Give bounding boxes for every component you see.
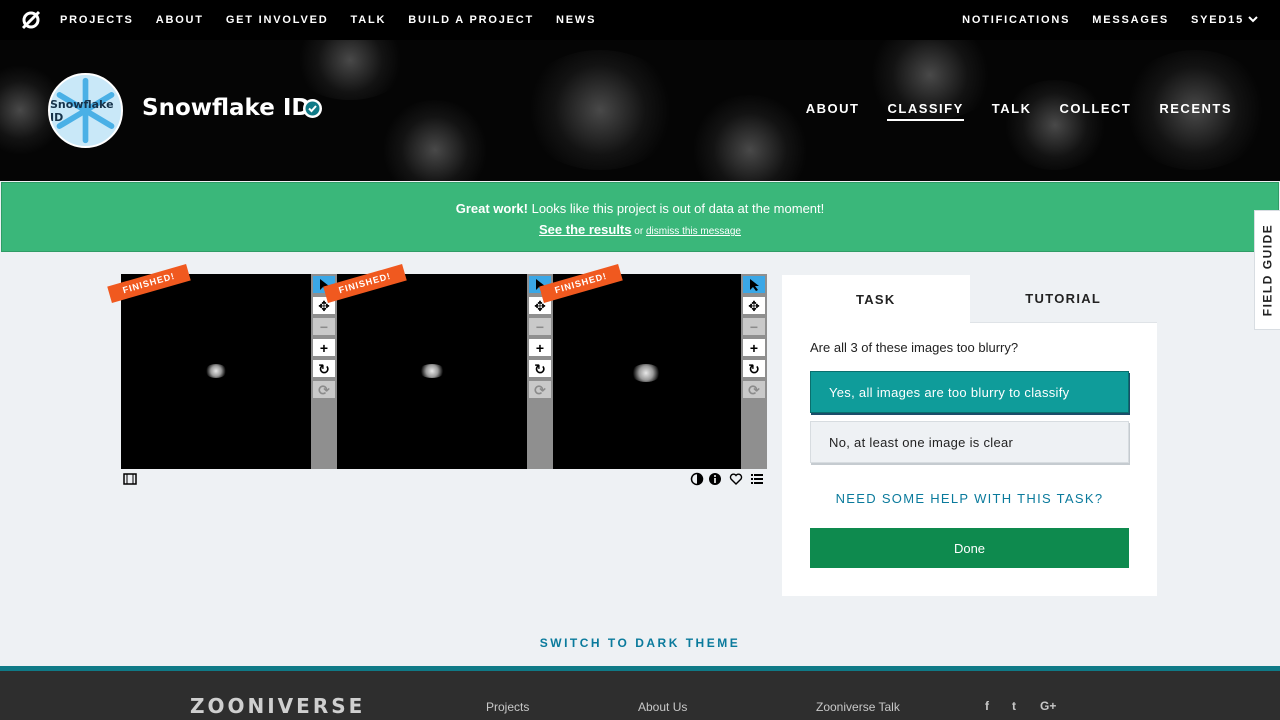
- subject-toolbar-1: ✥ − + ↻ ⟳: [311, 274, 337, 469]
- nav-about-link[interactable]: ABOUT: [156, 14, 204, 26]
- footer-projects-link[interactable]: Projects: [486, 700, 529, 714]
- out-of-data-banner: Great work! Looks like this project is o…: [1, 182, 1279, 252]
- reset-icon[interactable]: ⟳: [529, 381, 551, 398]
- answer-no-button[interactable]: No, at least one image is clear: [810, 421, 1129, 463]
- banner-or-text: or: [631, 226, 646, 237]
- zoom-in-icon[interactable]: +: [743, 339, 765, 356]
- zoom-out-icon[interactable]: −: [529, 318, 551, 335]
- avatar-label: Snowflake ID: [50, 97, 114, 124]
- answer-yes-button[interactable]: Yes, all images are too blurry to classi…: [810, 371, 1129, 413]
- user-menu-button[interactable]: SYED15: [1191, 14, 1244, 26]
- rotate-icon[interactable]: ↻: [743, 360, 765, 377]
- zoom-in-icon[interactable]: +: [529, 339, 551, 356]
- rotate-icon[interactable]: ↻: [529, 360, 551, 377]
- verified-check-icon: [303, 99, 322, 118]
- zoom-out-icon[interactable]: −: [743, 318, 765, 335]
- subject-toolbar-3: ✥ − + ↻ ⟳: [741, 274, 767, 469]
- messages-link[interactable]: MESSAGES: [1092, 14, 1169, 26]
- reset-icon[interactable]: ⟳: [743, 381, 765, 398]
- done-button[interactable]: Done: [810, 528, 1129, 568]
- subject-frame-3[interactable]: [553, 274, 741, 469]
- project-title[interactable]: Snowflake ID: [142, 95, 311, 121]
- project-nav-talk[interactable]: TALK: [992, 101, 1032, 121]
- nav-news-link[interactable]: NEWS: [556, 14, 596, 26]
- zoom-out-icon[interactable]: −: [313, 318, 335, 335]
- notifications-link[interactable]: NOTIFICATIONS: [962, 14, 1070, 26]
- rotate-icon[interactable]: ↻: [313, 360, 335, 377]
- tab-task[interactable]: TASK: [782, 275, 970, 323]
- reset-icon[interactable]: ⟳: [313, 381, 335, 398]
- collection-list-icon[interactable]: [750, 472, 764, 486]
- project-nav-about[interactable]: ABOUT: [806, 101, 860, 121]
- facebook-icon[interactable]: f: [985, 699, 989, 713]
- pan-tool-icon[interactable]: ✥: [743, 297, 765, 314]
- switch-dark-theme-link[interactable]: SWITCH TO DARK THEME: [0, 636, 1280, 650]
- footer-talk-link[interactable]: Zooniverse Talk: [816, 700, 900, 714]
- dismiss-message-link[interactable]: dismiss this message: [646, 226, 741, 237]
- task-help-link[interactable]: NEED SOME HELP WITH THIS TASK?: [782, 491, 1157, 506]
- nav-build-project-link[interactable]: BUILD A PROJECT: [408, 14, 534, 26]
- twitter-icon[interactable]: t: [1012, 699, 1016, 713]
- project-hero: Snowflake ID Snowflake ID ABOUT CLASSIFY…: [0, 40, 1280, 181]
- top-nav: PROJECTS ABOUT GET INVOLVED TALK BUILD A…: [0, 0, 1280, 40]
- zooniverse-logo-icon[interactable]: [20, 9, 42, 31]
- footer: ZOONIVERSE Projects About Us Zooniverse …: [0, 671, 1280, 720]
- project-nav-collect[interactable]: COLLECT: [1059, 101, 1131, 121]
- subject-frame-2[interactable]: [337, 274, 527, 469]
- invert-icon[interactable]: [690, 472, 704, 486]
- info-icon[interactable]: [708, 472, 722, 486]
- field-guide-tab[interactable]: FIELD GUIDE: [1254, 210, 1280, 330]
- zoom-in-icon[interactable]: +: [313, 339, 335, 356]
- banner-message: Looks like this project is out of data a…: [527, 201, 825, 216]
- project-nav-recents[interactable]: RECENTS: [1159, 101, 1232, 121]
- google-plus-icon[interactable]: G+: [1040, 699, 1056, 713]
- project-avatar[interactable]: Snowflake ID: [48, 73, 123, 148]
- project-nav-classify[interactable]: CLASSIFY: [887, 101, 964, 121]
- footer-about-link[interactable]: About Us: [638, 700, 687, 714]
- filmstrip-icon[interactable]: [123, 472, 137, 486]
- heart-icon[interactable]: [729, 472, 743, 486]
- banner-bold-text: Great work!: [455, 201, 528, 216]
- pointer-tool-icon[interactable]: [743, 276, 765, 293]
- subject-frame-1[interactable]: [121, 274, 311, 469]
- project-nav: ABOUT CLASSIFY TALK COLLECT RECENTS: [778, 101, 1232, 121]
- nav-projects-link[interactable]: PROJECTS: [60, 14, 134, 26]
- task-question: Are all 3 of these images too blurry?: [810, 340, 1019, 355]
- see-results-link[interactable]: See the results: [539, 222, 632, 237]
- nav-get-involved-link[interactable]: GET INVOLVED: [226, 14, 329, 26]
- tab-tutorial[interactable]: TUTORIAL: [969, 275, 1157, 323]
- subject-toolbar-2: ✥ − + ↻ ⟳: [527, 274, 553, 469]
- footer-brand-logo[interactable]: ZOONIVERSE: [190, 694, 365, 718]
- chevron-down-icon[interactable]: [1248, 15, 1258, 26]
- field-guide-label: FIELD GUIDE: [1260, 223, 1275, 317]
- task-panel: TASK TUTORIAL Are all 3 of these images …: [782, 275, 1157, 596]
- nav-talk-link[interactable]: TALK: [351, 14, 387, 26]
